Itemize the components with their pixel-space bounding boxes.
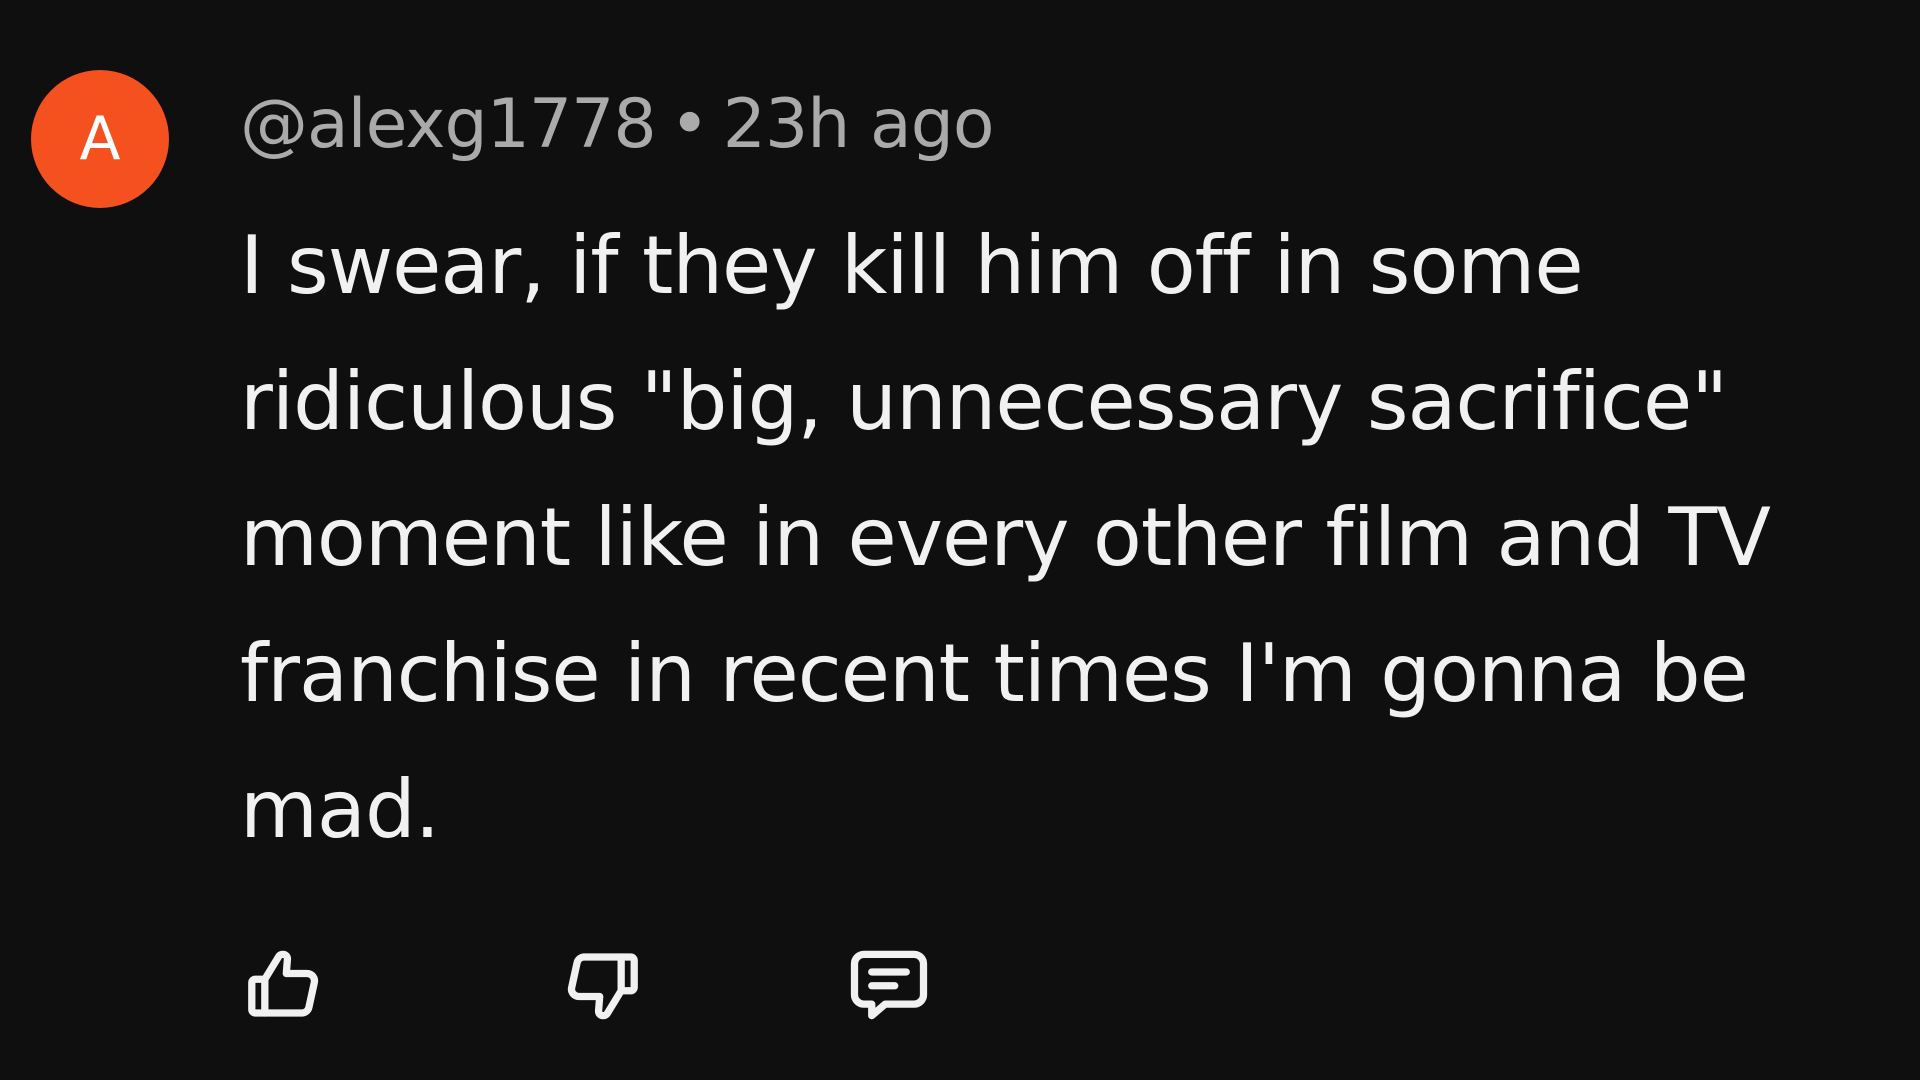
like-button[interactable] <box>236 935 332 1035</box>
comment-meta: @alexg1778 • 23h ago <box>240 80 995 170</box>
comment-text: I swear, if they kill him off in some ri… <box>240 219 1771 856</box>
reply-button[interactable] <box>841 935 937 1035</box>
thumbs-up-icon <box>248 950 319 1017</box>
author-handle[interactable]: @alexg1778 <box>240 85 657 164</box>
comment-item: A @alexg1778 • 23h ago I swear, if they ki… <box>0 0 1920 1080</box>
thumbs-down-icon <box>567 953 638 1020</box>
avatar[interactable]: A <box>31 70 169 208</box>
meta-separator: • <box>669 85 710 164</box>
comment-timestamp[interactable]: 23h ago <box>723 85 995 164</box>
avatar-letter: A <box>79 104 121 174</box>
dislike-button[interactable] <box>554 935 650 1035</box>
comment-icon <box>850 950 928 1020</box>
